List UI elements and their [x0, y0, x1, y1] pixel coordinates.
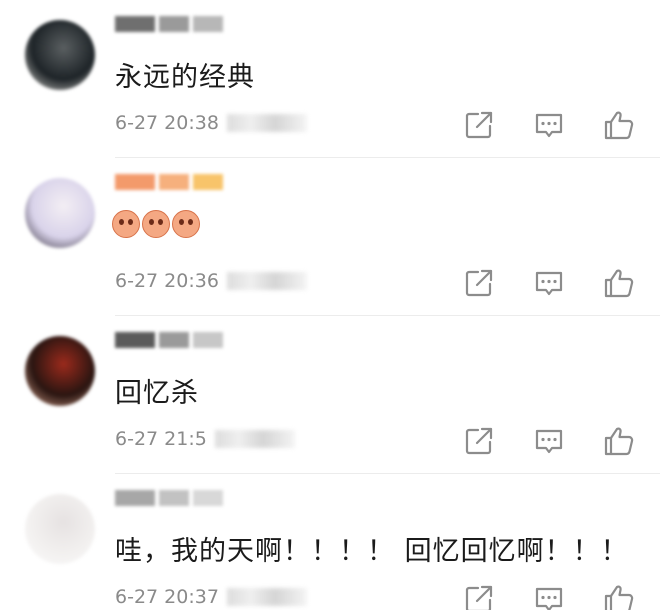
emoji-icon — [112, 210, 140, 238]
location-redacted — [226, 272, 307, 290]
share-button[interactable] — [462, 108, 496, 142]
comment-item: 6-27 20:36 — [0, 158, 660, 316]
emoji-icon — [172, 210, 200, 238]
username-redacted[interactable] — [115, 328, 225, 352]
comment-item: 回忆杀 6-27 21:5 — [0, 316, 660, 474]
comment-item: 哇，我的天啊！！！！ 回忆回忆啊！！！ 6-27 20:37 — [0, 474, 660, 610]
avatar[interactable] — [25, 178, 95, 248]
share-button[interactable] — [462, 582, 496, 610]
username-blur-1 — [115, 490, 155, 506]
comment-actions — [462, 424, 642, 458]
comment-icon — [535, 429, 563, 454]
avatar[interactable] — [25, 336, 95, 406]
comment-actions — [462, 582, 642, 610]
thumbs-up-icon — [604, 585, 634, 610]
comment-timestamp: 6-27 20:38 — [115, 112, 219, 134]
thumbs-up-icon — [604, 427, 634, 456]
comment-text: 回忆杀 — [115, 378, 199, 409]
share-icon — [465, 269, 493, 297]
comment-timestamp: 6-27 20:36 — [115, 270, 219, 292]
like-button[interactable] — [602, 108, 636, 142]
username-redacted[interactable] — [115, 486, 225, 510]
comment-actions — [462, 266, 642, 300]
comment-timestamp: 6-27 21:5 — [115, 428, 207, 450]
location-redacted — [214, 430, 295, 448]
username-blur-2 — [159, 174, 189, 190]
location-redacted — [226, 114, 307, 132]
comment-icon — [535, 271, 563, 296]
like-button[interactable] — [602, 266, 636, 300]
username-blur-1 — [115, 16, 155, 32]
like-button[interactable] — [602, 582, 636, 610]
reply-button[interactable] — [532, 424, 566, 458]
comment-feed: 永远的经典 6-27 20:38 6-27 20:36 回忆杀 6-27 21:… — [0, 0, 660, 610]
username-blur-3 — [193, 332, 223, 348]
username-blur-2 — [159, 332, 189, 348]
share-icon — [465, 111, 493, 139]
share-icon — [465, 427, 493, 455]
username-blur-3 — [193, 490, 223, 506]
comment-item: 永远的经典 6-27 20:38 — [0, 0, 660, 158]
comment-meta: 6-27 21:5 — [115, 428, 295, 450]
share-button[interactable] — [462, 424, 496, 458]
username-blur-3 — [193, 174, 223, 190]
username-blur-3 — [193, 16, 223, 32]
comment-text: 哇，我的天啊！！！！ 回忆回忆啊！！！ — [115, 536, 629, 567]
username-redacted[interactable] — [115, 12, 225, 36]
comment-meta: 6-27 20:36 — [115, 270, 307, 292]
comment-meta: 6-27 20:38 — [115, 112, 307, 134]
username-redacted[interactable] — [115, 170, 225, 194]
reply-button[interactable] — [532, 266, 566, 300]
reply-button[interactable] — [532, 582, 566, 610]
comment-timestamp: 6-27 20:37 — [115, 586, 219, 608]
emoji-row — [112, 210, 200, 238]
like-button[interactable] — [602, 424, 636, 458]
username-blur-2 — [159, 490, 189, 506]
comment-text: 永远的经典 — [115, 62, 255, 93]
username-blur-1 — [115, 332, 155, 348]
username-blur-1 — [115, 174, 155, 190]
share-icon — [465, 585, 493, 610]
comment-icon — [535, 113, 563, 138]
location-redacted — [226, 588, 307, 606]
comment-meta: 6-27 20:37 — [115, 586, 307, 608]
comment-icon — [535, 587, 563, 610]
thumbs-up-icon — [604, 269, 634, 298]
reply-button[interactable] — [532, 108, 566, 142]
emoji-icon — [142, 210, 170, 238]
comment-actions — [462, 108, 642, 142]
username-blur-2 — [159, 16, 189, 32]
avatar[interactable] — [25, 494, 95, 564]
thumbs-up-icon — [604, 111, 634, 140]
share-button[interactable] — [462, 266, 496, 300]
avatar[interactable] — [25, 20, 95, 90]
